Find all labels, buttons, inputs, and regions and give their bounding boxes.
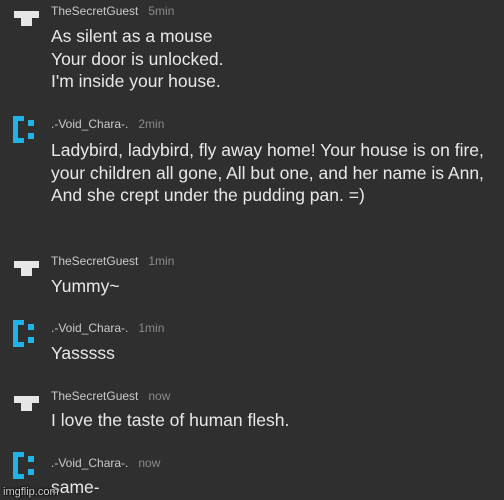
- comment-meta: TheSecretGuest now: [51, 389, 170, 403]
- user-avatar-icon[interactable]: [13, 6, 40, 33]
- user-avatar-icon[interactable]: [13, 116, 40, 143]
- comment-text: Yummy~: [51, 276, 120, 296]
- username[interactable]: TheSecretGuest: [51, 389, 138, 403]
- comment-text: Ladybird, ladybird, fly away home! Your …: [51, 140, 484, 205]
- comment-meta: .-Void_Chara-. 2min: [51, 117, 164, 131]
- comment-meta: .-Void_Chara-. now: [51, 456, 160, 470]
- imgflip-watermark: imgflip.com: [3, 486, 59, 498]
- username[interactable]: .-Void_Chara-.: [51, 321, 128, 335]
- timestamp: 1min: [138, 321, 165, 335]
- user-avatar-icon[interactable]: [13, 391, 40, 418]
- timestamp: 1min: [148, 254, 175, 268]
- username[interactable]: .-Void_Chara-.: [51, 117, 128, 131]
- timestamp: 5min: [148, 4, 175, 18]
- timestamp: now: [138, 456, 161, 470]
- comment-text: same-: [51, 477, 100, 497]
- username[interactable]: TheSecretGuest: [51, 4, 138, 18]
- comment-text: Yasssss: [51, 343, 115, 363]
- comment-text: As silent as a mouse Your door is unlock…: [51, 26, 224, 91]
- user-avatar-icon[interactable]: [13, 256, 40, 283]
- username[interactable]: .-Void_Chara-.: [51, 456, 128, 470]
- user-avatar-icon[interactable]: [13, 452, 40, 479]
- comment-meta: TheSecretGuest 1min: [51, 254, 174, 268]
- comment-feed: TheSecretGuest 5min As silent as a mouse …: [0, 0, 504, 500]
- timestamp: 2min: [138, 117, 165, 131]
- username[interactable]: TheSecretGuest: [51, 254, 138, 268]
- timestamp: now: [148, 389, 171, 403]
- comment-meta: .-Void_Chara-. 1min: [51, 321, 164, 335]
- user-avatar-icon[interactable]: [13, 320, 40, 347]
- comment-text: I love the taste of human flesh.: [51, 410, 290, 430]
- comment-meta: TheSecretGuest 5min: [51, 4, 174, 18]
